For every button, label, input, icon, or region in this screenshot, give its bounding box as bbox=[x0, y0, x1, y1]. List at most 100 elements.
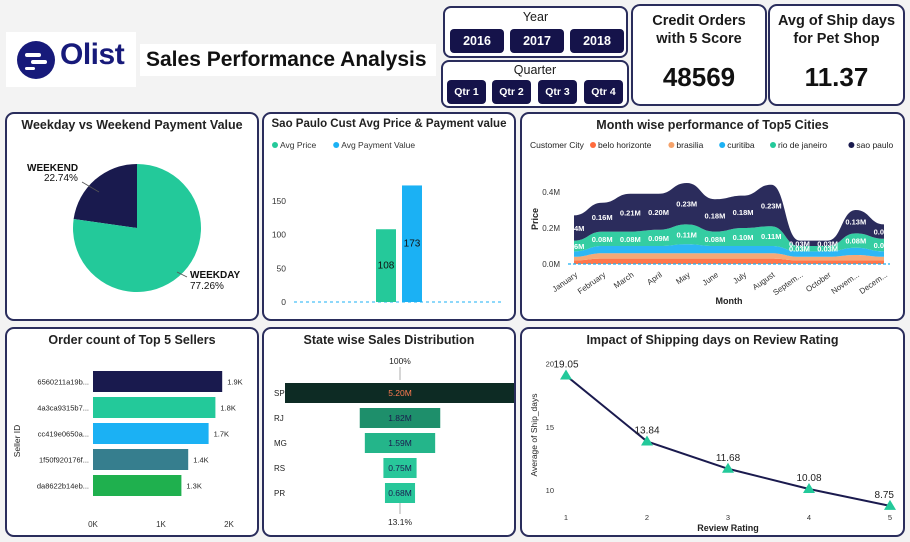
page-title: Sales Performance Analysis bbox=[140, 44, 436, 76]
bar-seller bbox=[93, 449, 189, 470]
point-data-label: 10.08 bbox=[796, 473, 821, 484]
kpi-title-line1: Credit Orders bbox=[652, 13, 746, 29]
states-chart: 100% SP 5.20M RJ 1.82M MG 1.59M RS 0.75M PR 0.68M 1… bbox=[274, 356, 514, 527]
data-label: 0.13M bbox=[845, 218, 866, 227]
x-tick-label: Novem... bbox=[830, 270, 861, 296]
year-2016-button[interactable]: 2016 bbox=[450, 29, 504, 53]
x-tick-label: June bbox=[701, 270, 721, 288]
legend-label: curitiba bbox=[727, 140, 755, 150]
sp-chart: Avg Price Avg Payment Value 0 50 100 150 108 17… bbox=[272, 140, 504, 307]
x-tick-label: 3 bbox=[726, 513, 730, 522]
bar-data-label: 1.9K bbox=[227, 378, 242, 387]
pie-value-weekday: 77.26% bbox=[190, 281, 224, 292]
kpi-title: Credit Orders with 5 Score bbox=[633, 12, 765, 48]
data-label: 0.07M bbox=[874, 241, 895, 250]
pie-chart-card: Weekday vs Weekend Payment Value WEEKEND… bbox=[5, 112, 259, 321]
x-tick-label: February bbox=[576, 270, 607, 296]
y-tick-label: 0.4M bbox=[542, 188, 560, 197]
impact-chart: 101520Average of Ship_days19.05113.84211… bbox=[529, 360, 896, 533]
data-label: 0.16M bbox=[592, 213, 613, 222]
kpi-value: 48569 bbox=[662, 62, 736, 92]
legend-label: Avg Price bbox=[280, 140, 316, 150]
bar-data-label: 1.3K bbox=[186, 482, 201, 491]
data-label: 0.20M bbox=[648, 208, 669, 217]
brand-name: Olist bbox=[60, 38, 125, 71]
data-label: 0.08M bbox=[845, 237, 866, 246]
cities-chart-card: Month wise performance of Top5 Cities Cu… bbox=[520, 112, 905, 321]
sp-chart-title: Sao Paulo Cust Avg Price & Payment value bbox=[271, 118, 507, 130]
x-tick-label: 0K bbox=[88, 520, 98, 529]
data-label: 0.11M bbox=[761, 232, 781, 241]
quarter-3-button[interactable]: Qtr 3 bbox=[538, 80, 577, 104]
y-tick-label: 100 bbox=[272, 230, 286, 240]
year-slicer: Year 2016 2017 2018 bbox=[443, 6, 628, 58]
y-tick-label: 50 bbox=[277, 263, 287, 273]
quarter-2-button[interactable]: Qtr 2 bbox=[492, 80, 531, 104]
sellers-chart-card: Order count of Top 5 Sellers 6560211a19b… bbox=[5, 327, 259, 537]
x-tick-label: Decem... bbox=[858, 270, 889, 296]
funnel-top-label: 100% bbox=[389, 356, 411, 366]
category-label: RS bbox=[274, 464, 285, 473]
bar-data-label: 1.82M bbox=[388, 413, 412, 423]
bar-data-label: 1.59M bbox=[388, 438, 412, 448]
data-label: 0.21M bbox=[620, 209, 641, 218]
bar-seller bbox=[93, 371, 223, 392]
legend-label: rio de janeiro bbox=[778, 140, 827, 150]
bar-data-label: 0.75M bbox=[388, 463, 412, 473]
bar-data-label: 5.20M bbox=[388, 388, 412, 398]
category-label: SP bbox=[274, 389, 285, 398]
x-tick-label: January bbox=[551, 270, 579, 294]
legend-title: Customer City bbox=[530, 140, 585, 150]
quarter-4-button[interactable]: Qtr 4 bbox=[584, 80, 623, 104]
y-tick-label: da8622b14eb... bbox=[37, 482, 89, 491]
x-tick-label: 2K bbox=[224, 520, 234, 529]
bar-data-label: 108 bbox=[378, 261, 395, 272]
data-label: 0.18M bbox=[704, 211, 725, 220]
x-tick-label: July bbox=[731, 270, 748, 286]
legend-label: Avg Payment Value bbox=[341, 140, 415, 150]
y-axis-title: Price bbox=[530, 208, 540, 230]
year-2018-button[interactable]: 2018 bbox=[570, 29, 624, 53]
legend-label: sao paulo bbox=[856, 140, 893, 150]
y-axis-title: Seller ID bbox=[12, 425, 22, 458]
data-label: 0.06M bbox=[564, 242, 585, 251]
x-tick-label: Septem... bbox=[771, 270, 804, 297]
data-label: 0.10M bbox=[733, 233, 754, 242]
pie-chart: WEEKEND22.74%WEEKDAY77.26% bbox=[27, 163, 241, 292]
logo-box: Olist bbox=[6, 32, 136, 87]
y-axis-title: Average of Ship_days bbox=[529, 393, 539, 476]
pie-label-weekday: WEEKDAY bbox=[190, 270, 241, 281]
kpi-title-line1: Avg of Ship days bbox=[777, 13, 896, 29]
kpi-card-ship-days: Avg of Ship days for Pet Shop 11.37 bbox=[768, 4, 905, 106]
legend-label: belo horizonte bbox=[598, 140, 652, 150]
data-label: 0.03M bbox=[789, 239, 810, 248]
bar-seller bbox=[93, 397, 216, 418]
category-label: MG bbox=[274, 439, 287, 448]
kpi-title-line2: with 5 Score bbox=[656, 31, 742, 47]
quarter-1-button[interactable]: Qtr 1 bbox=[447, 80, 486, 104]
sp-chart-card: Sao Paulo Cust Avg Price & Payment value… bbox=[262, 112, 516, 321]
data-label: 0.23M bbox=[676, 200, 697, 209]
x-tick-label: October bbox=[804, 270, 833, 294]
category-label: RJ bbox=[274, 414, 284, 423]
pie-slice-weekend bbox=[73, 164, 137, 228]
legend-marker bbox=[272, 142, 278, 148]
x-tick-label: 1 bbox=[564, 513, 568, 522]
x-tick-label: April bbox=[645, 270, 663, 287]
legend-marker bbox=[770, 142, 776, 148]
bar-data-label: 173 bbox=[404, 239, 421, 250]
y-tick-label: 10 bbox=[546, 486, 554, 495]
kpi-card-credit-orders: Credit Orders with 5 Score 48569 bbox=[631, 4, 767, 106]
legend-marker bbox=[333, 142, 340, 148]
point-data-label: 11.68 bbox=[716, 453, 741, 464]
line-series bbox=[565, 374, 891, 507]
y-tick-label: cc419e0650a... bbox=[38, 430, 89, 439]
states-chart-title: State wise Sales Distribution bbox=[303, 333, 475, 347]
y-tick-label: 0.0M bbox=[542, 260, 560, 269]
year-2017-button[interactable]: 2017 bbox=[510, 29, 564, 53]
data-label: 0.08M bbox=[592, 235, 613, 244]
x-axis-title: Month bbox=[716, 296, 743, 306]
funnel-bottom-label: 13.1% bbox=[388, 517, 413, 527]
data-label: 0.14M bbox=[564, 224, 585, 233]
x-tick-label: 1K bbox=[156, 520, 166, 529]
